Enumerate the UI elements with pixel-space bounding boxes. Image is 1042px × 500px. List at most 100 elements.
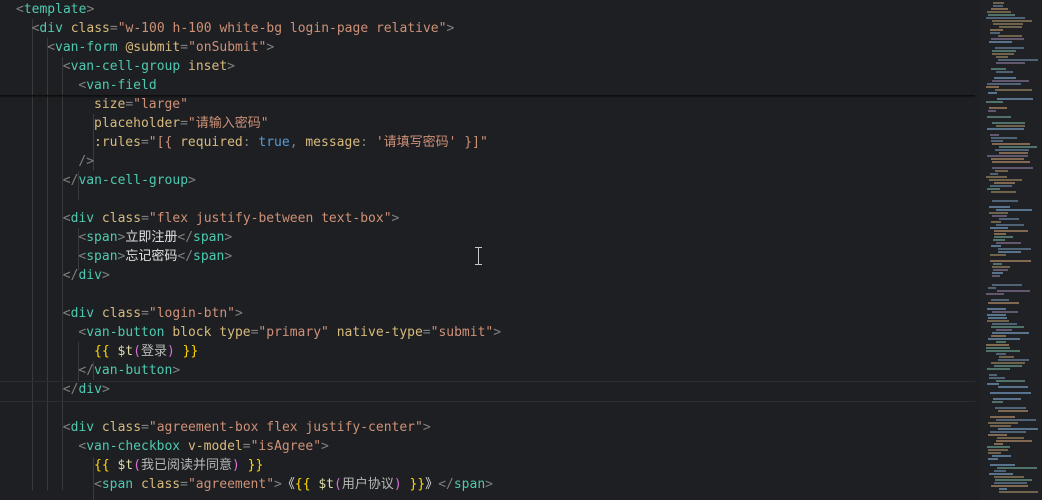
code-line[interactable]: </van-button> <box>78 361 180 380</box>
code-line[interactable]: <van-button block type="primary" native-… <box>78 323 501 342</box>
code-token: = <box>141 306 149 321</box>
code-line[interactable]: :rules="[{ required: true, message: '请填写… <box>94 133 488 152</box>
code-line[interactable]: <van-cell-group inset> <box>63 57 235 76</box>
minimap-line <box>987 11 1011 13</box>
code-token: </ <box>177 230 194 245</box>
code-token: > <box>101 268 110 283</box>
minimap-line <box>991 326 1024 328</box>
code-token: "isAgree" <box>250 439 322 454</box>
code-token: size <box>94 97 126 112</box>
minimap-line <box>996 341 1006 343</box>
minimap-line <box>998 359 1029 361</box>
code-token: "login-btn" <box>148 306 235 321</box>
minimap-line <box>989 212 1008 214</box>
code-line[interactable]: <van-form @submit="onSubmit"> <box>47 38 274 57</box>
minimap-line <box>993 269 1008 271</box>
minimap-line <box>999 26 1022 28</box>
indent-guide <box>32 19 33 490</box>
minimap-line <box>996 440 1032 442</box>
code-line[interactable]: </div> <box>63 380 110 399</box>
minimap-line <box>990 392 1031 394</box>
code-token: class <box>94 420 142 435</box>
code-line[interactable]: {{ $t(登录) }} <box>94 342 198 361</box>
minimap-line <box>988 449 1008 451</box>
code-line[interactable]: <span>立即注册</span> <box>78 228 232 247</box>
minimap-line <box>988 452 1001 454</box>
minimap-line <box>998 428 1038 430</box>
minimap-line <box>992 332 1029 334</box>
minimap-line <box>997 290 1030 292</box>
code-line[interactable]: <van-checkbox v-model="isAgree"> <box>78 437 328 456</box>
minimap-line <box>996 329 1012 331</box>
minimap-line <box>992 323 1017 325</box>
code-token: @submit <box>117 40 181 55</box>
code-line[interactable]: <div class="w-100 h-100 white-bg login-p… <box>32 19 455 38</box>
code-token: < <box>62 306 71 321</box>
minimap-line <box>991 8 1008 10</box>
code-token: = <box>180 477 188 492</box>
minimap-viewport[interactable] <box>980 0 1042 500</box>
minimap-line <box>994 182 1015 184</box>
minimap-line <box>997 437 1024 439</box>
minimap-line <box>990 431 1026 433</box>
minimap-line <box>996 125 1025 127</box>
minimap-line <box>991 221 1001 223</box>
minimap-line <box>990 416 1015 418</box>
sticky-scroll-shadow <box>0 95 975 98</box>
minimap-line <box>991 335 1006 337</box>
code-token: van-form <box>55 40 118 55</box>
code-line[interactable]: <div class="flex justify-between text-bo… <box>63 209 400 228</box>
code-line[interactable]: placeholder="请输入密码" <box>94 114 269 133</box>
code-token: class <box>94 211 142 226</box>
code-line[interactable]: <span>忘记密码</span> <box>78 247 232 266</box>
minimap-line <box>991 68 1006 70</box>
minimap-line <box>999 146 1037 148</box>
code-line[interactable]: </van-cell-group> <box>63 171 196 190</box>
minimap-line <box>989 107 1007 109</box>
minimap-line <box>994 476 1024 478</box>
minimap-line <box>986 350 1020 352</box>
minimap-line <box>996 62 1025 64</box>
code-line[interactable]: </div> <box>63 266 110 285</box>
code-token: {{ <box>294 477 319 492</box>
minimap-line <box>989 206 1010 208</box>
minimap-line <box>993 23 1023 25</box>
code-token: {{ <box>94 344 118 359</box>
minimap-line <box>996 56 1008 58</box>
minimap-line <box>996 419 1036 421</box>
minimap-line <box>991 485 1028 487</box>
code-token: = <box>422 325 431 340</box>
code-token: v-model <box>180 439 243 454</box>
code-line[interactable]: <span class="agreement">《{{ $t(用户协议) }}》… <box>94 475 493 494</box>
minimap[interactable] <box>980 0 1042 500</box>
minimap-line <box>999 488 1007 490</box>
code-token: span <box>193 249 225 264</box>
code-token: = <box>180 40 189 55</box>
code-token: > <box>224 230 233 245</box>
minimap-line <box>987 188 1000 190</box>
code-token: , <box>289 135 306 150</box>
code-token: "[{ <box>148 135 181 150</box>
code-token: /> <box>78 154 95 169</box>
code-line[interactable]: <template> <box>16 0 94 19</box>
code-line[interactable]: <div class="login-btn"> <box>63 304 243 323</box>
minimap-line <box>992 80 1029 82</box>
minimap-line <box>989 377 1005 379</box>
code-line[interactable]: <van-field <box>78 76 156 95</box>
code-line[interactable]: {{ $t(我已阅读并同意) }} <box>94 456 263 475</box>
code-token: {{ <box>94 458 118 473</box>
code-token: > <box>188 173 196 188</box>
minimap-line <box>996 224 1024 226</box>
minimap-line <box>988 317 1007 319</box>
minimap-line <box>998 251 1021 253</box>
code-token: van-cell-group <box>70 59 181 74</box>
code-token: block type <box>164 325 251 340</box>
code-line[interactable]: /> <box>78 152 94 171</box>
code-token: </ <box>177 249 194 264</box>
code-token: span <box>86 249 118 264</box>
code-token: }} <box>401 477 426 492</box>
code-editor[interactable]: <template> <div class="w-100 h-100 white-… <box>0 0 980 500</box>
minimap-line <box>987 368 1010 370</box>
code-line[interactable]: <div class="agreement-box flex justify-c… <box>63 418 431 437</box>
code-token: </ <box>438 477 454 492</box>
